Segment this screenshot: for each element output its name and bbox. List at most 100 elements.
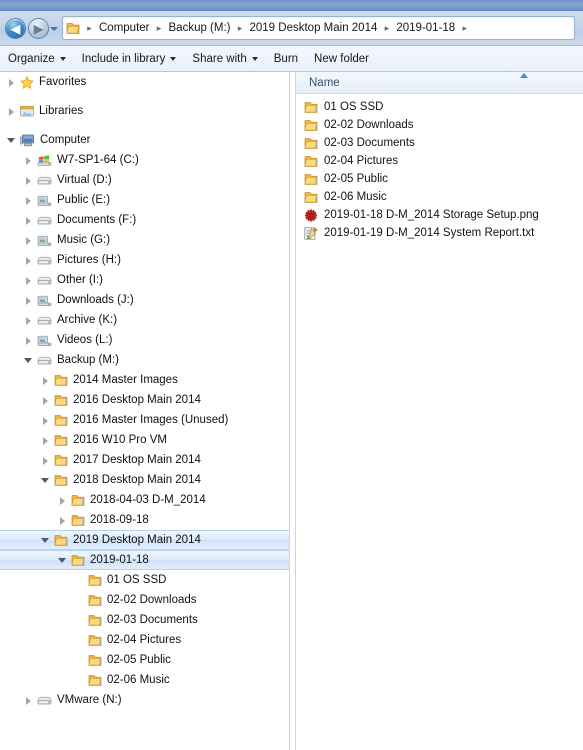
chevron-right-icon[interactable] bbox=[23, 255, 34, 266]
chevron-right-icon[interactable] bbox=[40, 415, 51, 426]
tree-item-label: 2018 Desktop Main 2014 bbox=[73, 474, 201, 486]
file-list-pane[interactable]: Name 01 OS SSD 02-02 Downloads 02-03 Docum… bbox=[296, 72, 583, 750]
breadcrumb-item[interactable]: 2019 Desktop Main 2014 bbox=[247, 22, 381, 34]
tree-item-2019-desktop-main-2014[interactable]: 2019 Desktop Main 2014 bbox=[0, 530, 289, 550]
chevron-right-icon[interactable] bbox=[40, 375, 51, 386]
tree-item-2014-master-images[interactable]: 2014 Master Images bbox=[0, 370, 289, 390]
chevron-right-icon[interactable] bbox=[23, 695, 34, 706]
folder-tree: Favorites Libraries Computer W7-SP1-64 (C:)… bbox=[0, 72, 289, 710]
tree-item-01-os-ssd[interactable]: 01 OS SSD bbox=[0, 570, 289, 590]
chevron-down-icon[interactable] bbox=[40, 475, 51, 486]
tree-item-2017-desktop-main-2014[interactable]: 2017 Desktop Main 2014 bbox=[0, 450, 289, 470]
tree-item-archive-k[interactable]: Archive (K:) bbox=[0, 310, 289, 330]
tree-item-virtual-d[interactable]: Virtual (D:) bbox=[0, 170, 289, 190]
breadcrumb-item[interactable]: 2019-01-18 bbox=[393, 22, 458, 34]
tree-item-pictures-h[interactable]: Pictures (H:) bbox=[0, 250, 289, 270]
chevron-down-icon[interactable] bbox=[40, 535, 51, 546]
chevron-down-icon[interactable] bbox=[6, 135, 17, 146]
chevron-right-icon[interactable] bbox=[40, 455, 51, 466]
file-list-item[interactable]: 02-06 Music bbox=[296, 188, 583, 206]
navigation-pane[interactable]: Favorites Libraries Computer W7-SP1-64 (C:)… bbox=[0, 72, 289, 750]
address-bar: ◀ ▶ ▸ Computer ▸ Backup (M:) ▸ 2019 Desktop M… bbox=[0, 11, 583, 46]
tree-item-2019-01-18[interactable]: 2019-01-18 bbox=[0, 550, 289, 570]
tree-item-2018-09-18[interactable]: 2018-09-18 bbox=[0, 510, 289, 530]
forward-button[interactable]: ▶ bbox=[28, 18, 49, 39]
folder-icon bbox=[88, 574, 102, 587]
tree-item-02-05-public[interactable]: 02-05 Public bbox=[0, 650, 289, 670]
include-in-library-menu[interactable]: Include in library bbox=[74, 48, 185, 70]
tree-item-2016-master-images-unused[interactable]: 2016 Master Images (Unused) bbox=[0, 410, 289, 430]
recent-pages-dropdown-icon[interactable] bbox=[50, 25, 59, 33]
tree-item-other-i[interactable]: Other (I:) bbox=[0, 270, 289, 290]
column-header-name[interactable]: Name bbox=[309, 77, 340, 89]
breadcrumb-item[interactable]: Computer bbox=[96, 22, 153, 34]
drive-icon bbox=[37, 214, 52, 226]
chevron-right-icon[interactable] bbox=[23, 295, 34, 306]
file-list-item[interactable]: 01 OS SSD bbox=[296, 98, 583, 116]
new-folder-button[interactable]: New folder bbox=[306, 48, 377, 70]
breadcrumb-separator[interactable]: ▸ bbox=[380, 23, 393, 34]
chevron-right-icon[interactable] bbox=[23, 215, 34, 226]
tree-item-backup-m[interactable]: Backup (M:) bbox=[0, 350, 289, 370]
chevron-right-icon[interactable] bbox=[6, 77, 17, 88]
organize-menu[interactable]: Organize bbox=[0, 48, 74, 70]
chevron-right-icon[interactable] bbox=[23, 315, 34, 326]
drive-icon bbox=[37, 354, 52, 366]
tree-item-02-04-pictures[interactable]: 02-04 Pictures bbox=[0, 630, 289, 650]
tree-item-favorites[interactable]: Favorites bbox=[0, 72, 289, 92]
tree-item-music-g[interactable]: Music (G:) bbox=[0, 230, 289, 250]
tree-item-2018-04-03-d-m-2014[interactable]: 2018-04-03 D-M_2014 bbox=[0, 490, 289, 510]
chevron-down-icon[interactable] bbox=[57, 555, 68, 566]
chevron-right-icon[interactable] bbox=[23, 275, 34, 286]
file-list-item[interactable]: 02-03 Documents bbox=[296, 134, 583, 152]
breadcrumb-separator[interactable]: ▸ bbox=[83, 23, 96, 34]
tree-item-videos-l[interactable]: Videos (L:) bbox=[0, 330, 289, 350]
chevron-right-icon[interactable] bbox=[23, 155, 34, 166]
tree-item-downloads-j[interactable]: Downloads (J:) bbox=[0, 290, 289, 310]
breadcrumb-separator[interactable]: ▸ bbox=[458, 23, 471, 34]
chevron-right-icon[interactable] bbox=[23, 335, 34, 346]
chevron-right-icon[interactable] bbox=[6, 106, 17, 117]
tree-item-libraries[interactable]: Libraries bbox=[0, 101, 289, 121]
tree-item-02-02-downloads[interactable]: 02-02 Downloads bbox=[0, 590, 289, 610]
tree-item-02-06-music[interactable]: 02-06 Music bbox=[0, 670, 289, 690]
pane-splitter[interactable] bbox=[289, 72, 296, 750]
file-list-item[interactable]: 02-05 Public bbox=[296, 170, 583, 188]
tree-item-computer[interactable]: Computer bbox=[0, 130, 289, 150]
tree-item-label: Computer bbox=[40, 134, 91, 146]
chevron-right-icon[interactable] bbox=[23, 175, 34, 186]
chevron-right-icon[interactable] bbox=[23, 195, 34, 206]
file-list-item[interactable]: 2019-01-18 D-M_2014 Storage Setup.png bbox=[296, 206, 583, 224]
chevron-right-icon[interactable] bbox=[40, 435, 51, 446]
breadcrumb-bar[interactable]: ▸ Computer ▸ Backup (M:) ▸ 2019 Desktop Main … bbox=[62, 16, 575, 40]
file-name-label: 02-03 Documents bbox=[324, 137, 415, 149]
chevron-down-icon[interactable] bbox=[23, 355, 34, 366]
title-bar bbox=[0, 0, 583, 11]
folder-icon bbox=[88, 594, 102, 607]
file-list-item[interactable]: 02-04 Pictures bbox=[296, 152, 583, 170]
breadcrumb-separator[interactable]: ▸ bbox=[153, 23, 166, 34]
breadcrumb-item[interactable]: Backup (M:) bbox=[166, 22, 234, 34]
tree-item-documents-f[interactable]: Documents (F:) bbox=[0, 210, 289, 230]
file-list-item[interactable]: 02-02 Downloads bbox=[296, 116, 583, 134]
file-list-item[interactable]: 2019-01-19 D-M_2014 System Report.txt bbox=[296, 224, 583, 242]
tree-item-2018-desktop-main-2014[interactable]: 2018 Desktop Main 2014 bbox=[0, 470, 289, 490]
folder-icon bbox=[54, 374, 68, 387]
tree-item-vmware-n[interactable]: VMware (N:) bbox=[0, 690, 289, 710]
tree-item-02-03-documents[interactable]: 02-03 Documents bbox=[0, 610, 289, 630]
burn-button[interactable]: Burn bbox=[266, 48, 306, 70]
tree-item-w7-sp1-64-c[interactable]: W7-SP1-64 (C:) bbox=[0, 150, 289, 170]
chevron-right-icon[interactable] bbox=[57, 515, 68, 526]
breadcrumb-separator[interactable]: ▸ bbox=[234, 23, 247, 34]
tree-item-2016-w10-pro-vm[interactable]: 2016 W10 Pro VM bbox=[0, 430, 289, 450]
back-button[interactable]: ◀ bbox=[5, 18, 26, 39]
tree-item-public-e[interactable]: Public (E:) bbox=[0, 190, 289, 210]
share-with-menu[interactable]: Share with bbox=[184, 48, 265, 70]
tree-item-2016-desktop-main-2014[interactable]: 2016 Desktop Main 2014 bbox=[0, 390, 289, 410]
tree-item-label: Backup (M:) bbox=[57, 354, 119, 366]
chevron-right-icon[interactable] bbox=[23, 235, 34, 246]
chevron-right-icon[interactable] bbox=[40, 395, 51, 406]
chevron-right-icon[interactable] bbox=[57, 495, 68, 506]
folder-icon bbox=[54, 474, 68, 487]
